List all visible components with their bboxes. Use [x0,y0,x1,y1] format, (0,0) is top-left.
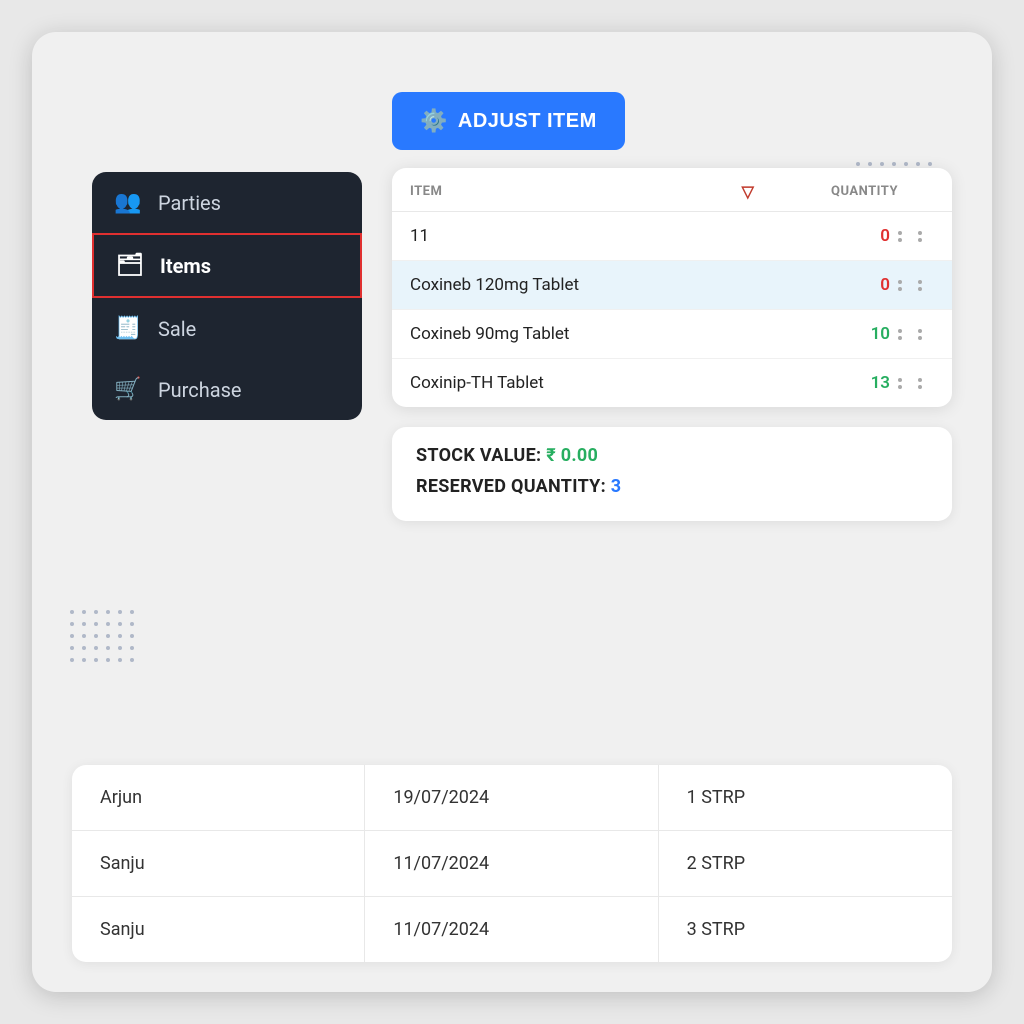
item-quantity: 13 [778,373,898,393]
sidebar-item-label: Purchase [158,378,242,402]
adjust-item-button[interactable]: ⚙️ ADJUST ITEM [392,92,625,150]
table-row: Sanju 11/07/2024 3 STRP [72,897,952,962]
stock-value-label: STOCK VALUE: [416,445,541,466]
sidebar-item-sale[interactable]: 🧾 Sale [92,298,362,359]
stock-card: STOCK VALUE: ₹ 0.00 RESERVED QUANTITY: 3 [392,427,952,521]
item-name: Coxineb 90mg Tablet [410,324,718,344]
items-card: ITEM ▽ QUANTITY 11 0 Coxineb 120mg Table… [392,168,952,407]
stock-value: ₹ 0.00 [546,445,598,466]
table-row: Sanju 11/07/2024 2 STRP [72,831,952,897]
item-name: 11 [410,226,718,246]
table-row[interactable]: 11 0 [392,212,952,261]
purchase-icon: 🛒 [114,377,142,402]
stock-value-line: STOCK VALUE: ₹ 0.00 [416,445,928,466]
qty: 3 STRP [659,897,952,962]
qty: 1 STRP [659,765,952,830]
items-icon: 🗂 [116,253,144,278]
date: 19/07/2024 [365,765,658,830]
main-content: ⚙️ ADJUST ITEM ITEM ▽ QUANTITY 11 0 [392,92,952,541]
row-menu[interactable] [898,280,934,291]
reserved-qty-line: RESERVED QUANTITY: 3 [416,476,928,497]
sidebar-item-label: Sale [158,317,196,341]
sidebar-item-label: Parties [158,191,221,215]
sidebar-item-parties[interactable]: 👥 Parties [92,172,362,233]
reserved-qty: 3 [611,476,622,497]
table-header: ITEM ▽ QUANTITY [392,168,952,212]
table-row[interactable]: Coxinip-TH Tablet 13 [392,359,952,407]
parties-icon: 👥 [114,190,142,215]
sidebar-item-items[interactable]: 🗂 Items [92,233,362,298]
item-name: Coxineb 120mg Tablet [410,275,718,295]
row-menu[interactable] [898,329,934,340]
item-quantity: 0 [778,226,898,246]
party-name: Arjun [72,765,365,830]
table-row[interactable]: Coxineb 90mg Tablet 10 [392,310,952,359]
adjust-btn-label: ADJUST ITEM [458,110,597,133]
date: 11/07/2024 [365,831,658,896]
item-quantity: 10 [778,324,898,344]
filter-icon[interactable]: ▽ [718,182,778,201]
app-container: 👥 Parties 🗂 Items 🧾 Sale 🛒 Purchase ⚙️ A… [32,32,992,992]
reserved-qty-label: RESERVED QUANTITY: [416,476,606,497]
dot-grid-bottomleft [70,610,134,662]
sale-icon: 🧾 [114,316,142,341]
row-menu[interactable] [898,231,934,242]
col-item: ITEM [410,184,718,199]
bottom-table: Arjun 19/07/2024 1 STRP Sanju 11/07/2024… [72,765,952,962]
sidebar: 👥 Parties 🗂 Items 🧾 Sale 🛒 Purchase [92,172,362,420]
item-name: Coxinip-TH Tablet [410,373,718,393]
item-quantity: 0 [778,275,898,295]
party-name: Sanju [72,897,365,962]
date: 11/07/2024 [365,897,658,962]
qty: 2 STRP [659,831,952,896]
table-row: Arjun 19/07/2024 1 STRP [72,765,952,831]
adjust-icon: ⚙️ [420,108,448,134]
table-row[interactable]: Coxineb 120mg Tablet 0 [392,261,952,310]
sidebar-item-label: Items [160,254,211,278]
col-quantity: QUANTITY [778,184,898,199]
sidebar-item-purchase[interactable]: 🛒 Purchase [92,359,362,420]
row-menu[interactable] [898,378,934,389]
party-name: Sanju [72,831,365,896]
